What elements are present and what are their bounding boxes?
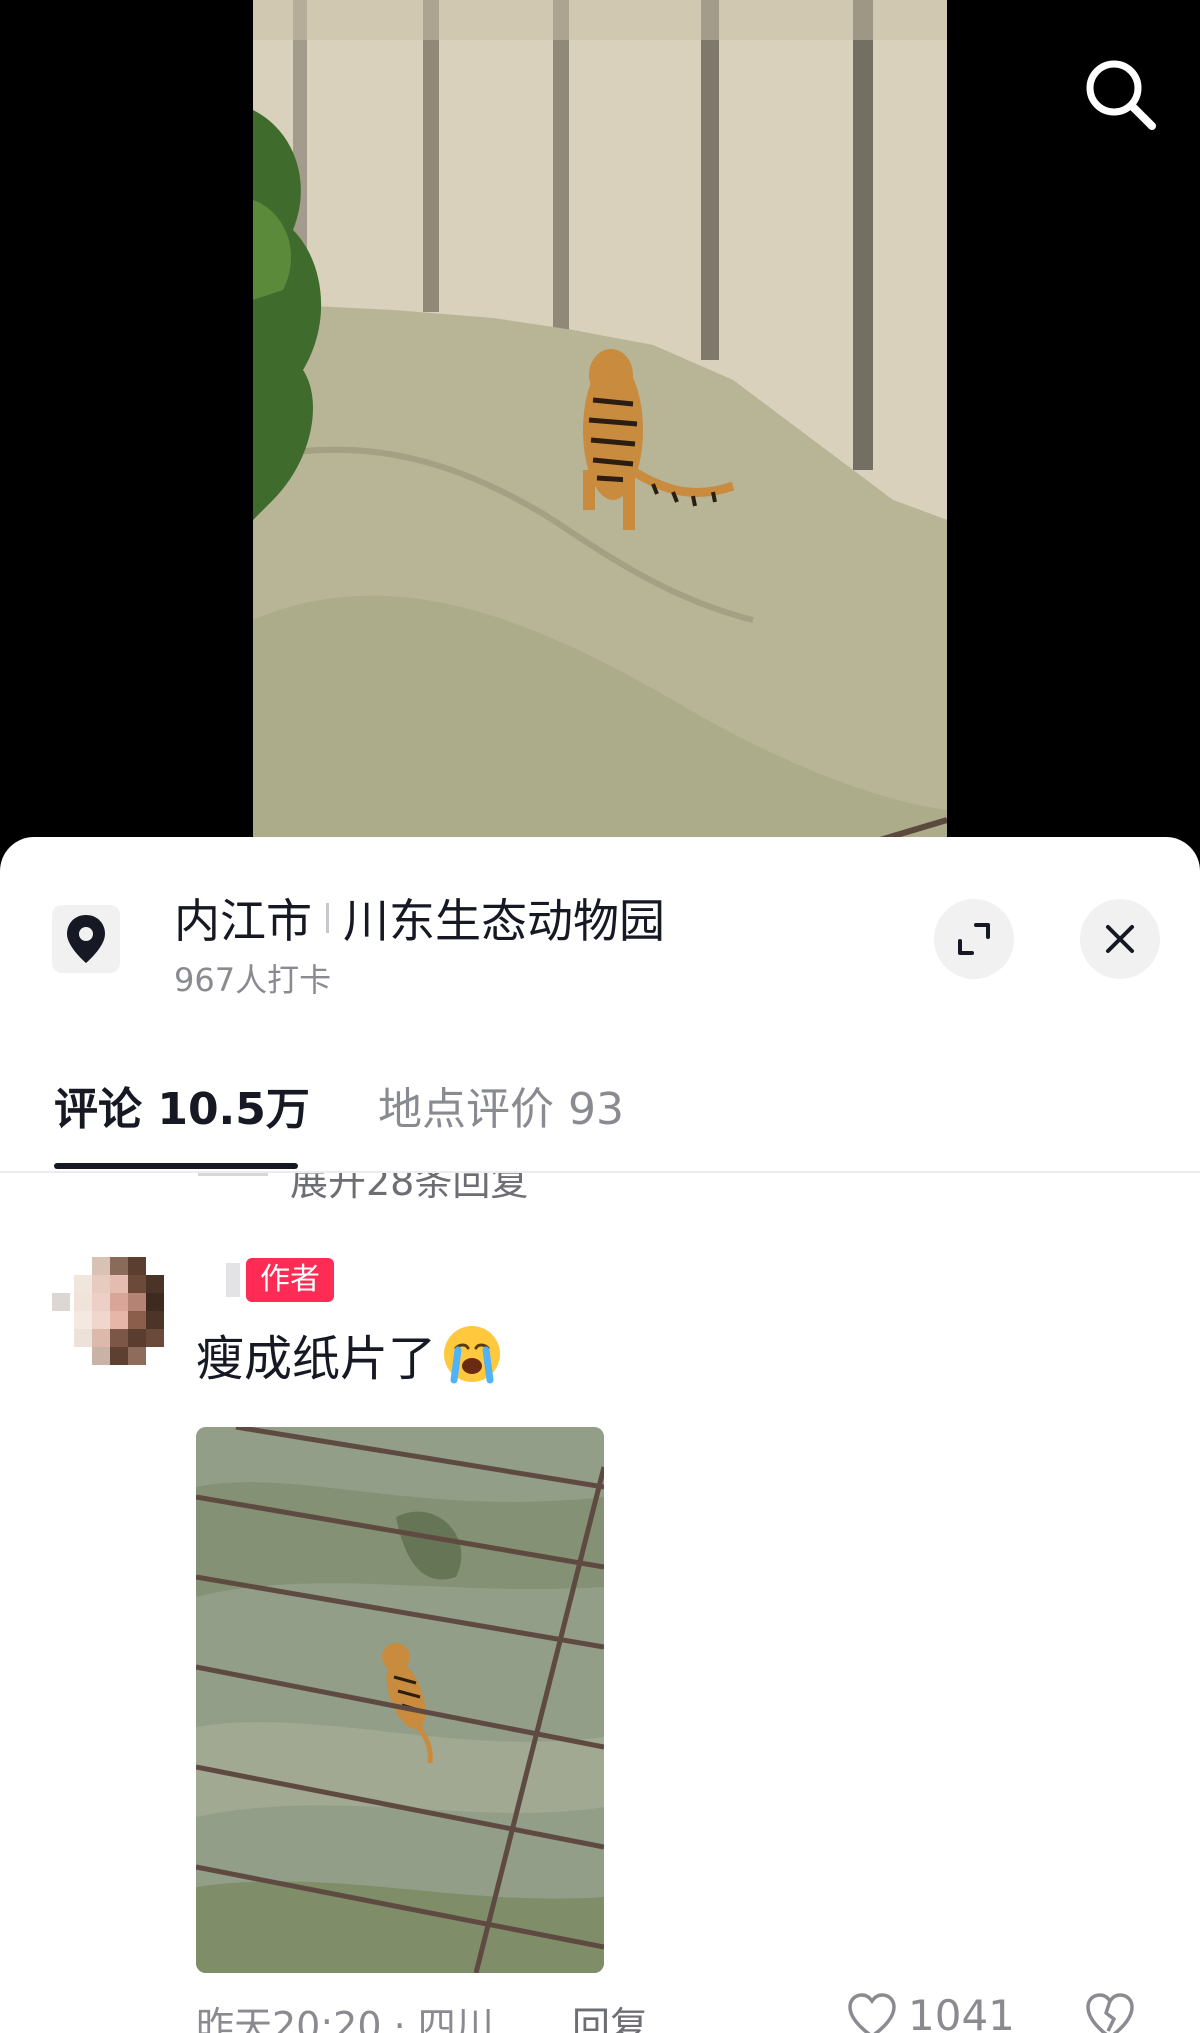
author-badge: 作者 xyxy=(246,1258,334,1302)
comment-author-row[interactable]: 作者 xyxy=(226,1257,334,1303)
reply-divider xyxy=(198,1173,268,1176)
tab-comments-label: 评论 xyxy=(54,1084,142,1135)
search-button[interactable] xyxy=(1078,52,1164,138)
tab-reviews-count: 93 xyxy=(568,1084,624,1135)
tab-comments-count: 10.5万 xyxy=(157,1084,310,1135)
comment-attached-image[interactable] xyxy=(196,1427,604,1973)
checkin-count: 967人打卡 xyxy=(174,961,332,999)
close-button[interactable] xyxy=(1080,899,1160,979)
tab-comments[interactable]: 评论 10.5万 xyxy=(54,1073,310,1137)
author-name[interactable] xyxy=(226,1263,240,1297)
expand-replies-label: 展开28条回复 xyxy=(290,1173,529,1201)
comment-text[interactable]: 瘦成纸片了 xyxy=(196,1319,504,1389)
video-scene-image xyxy=(253,0,947,860)
location-city: 内江市 xyxy=(174,894,312,948)
comment-time: 昨天20:20 xyxy=(196,2004,382,2033)
video-frame[interactable] xyxy=(253,0,947,860)
comment-region: 四川 xyxy=(417,2004,494,2033)
video-player[interactable] xyxy=(0,0,1200,860)
broken-heart-icon[interactable] xyxy=(1084,1991,1136,2033)
location-title[interactable]: 内江市 川东生态动物园 xyxy=(174,885,665,951)
location-header: 内江市 川东生态动物园 967人打卡 xyxy=(0,837,1200,1017)
search-icon xyxy=(1086,60,1156,130)
like-count: 1041 xyxy=(908,1991,1015,2033)
comment-time-location: 昨天20:20 · 四川 xyxy=(196,1995,494,2033)
comment-photo xyxy=(196,1427,604,1973)
tab-reviews-label: 地点评价 xyxy=(378,1084,554,1135)
comment-text-body: 瘦成纸片了 xyxy=(196,1331,437,1387)
avatar[interactable] xyxy=(52,1257,176,1365)
comment-item: 作者 瘦成纸片了 昨天20:20 · 四川 回复 1041 xyxy=(0,1257,1200,2033)
location-comment-sheet: 内江市 川东生态动物园 967人打卡 评论 10.5万 地点评价 93 展开28… xyxy=(0,837,1200,2033)
close-icon xyxy=(1106,925,1134,953)
heart-icon xyxy=(848,1992,896,2033)
location-place-name: 川东生态动物园 xyxy=(343,894,665,948)
expand-icon xyxy=(958,923,990,955)
comment-meta: 昨天20:20 · 四川 回复 1041 xyxy=(196,1991,1156,2033)
loudly-crying-emoji-icon xyxy=(444,1326,501,1384)
reply-button[interactable]: 回复 xyxy=(572,1995,648,2033)
expand-replies-row[interactable]: 展开28条回复 xyxy=(0,1173,1200,1201)
expand-button[interactable] xyxy=(934,899,1014,979)
tab-bar: 评论 10.5万 地点评价 93 xyxy=(0,1037,1200,1173)
meta-separator: · xyxy=(393,2004,406,2033)
location-icon-container xyxy=(52,905,120,973)
location-pin-icon xyxy=(67,915,105,963)
active-tab-indicator xyxy=(54,1163,298,1169)
app-root: 内江市 川东生态动物园 967人打卡 评论 10.5万 地点评价 93 展开28… xyxy=(0,0,1200,2033)
tab-location-reviews[interactable]: 地点评价 93 xyxy=(378,1073,624,1137)
like-button[interactable]: 1041 xyxy=(846,1991,1015,2033)
title-separator xyxy=(326,903,329,933)
